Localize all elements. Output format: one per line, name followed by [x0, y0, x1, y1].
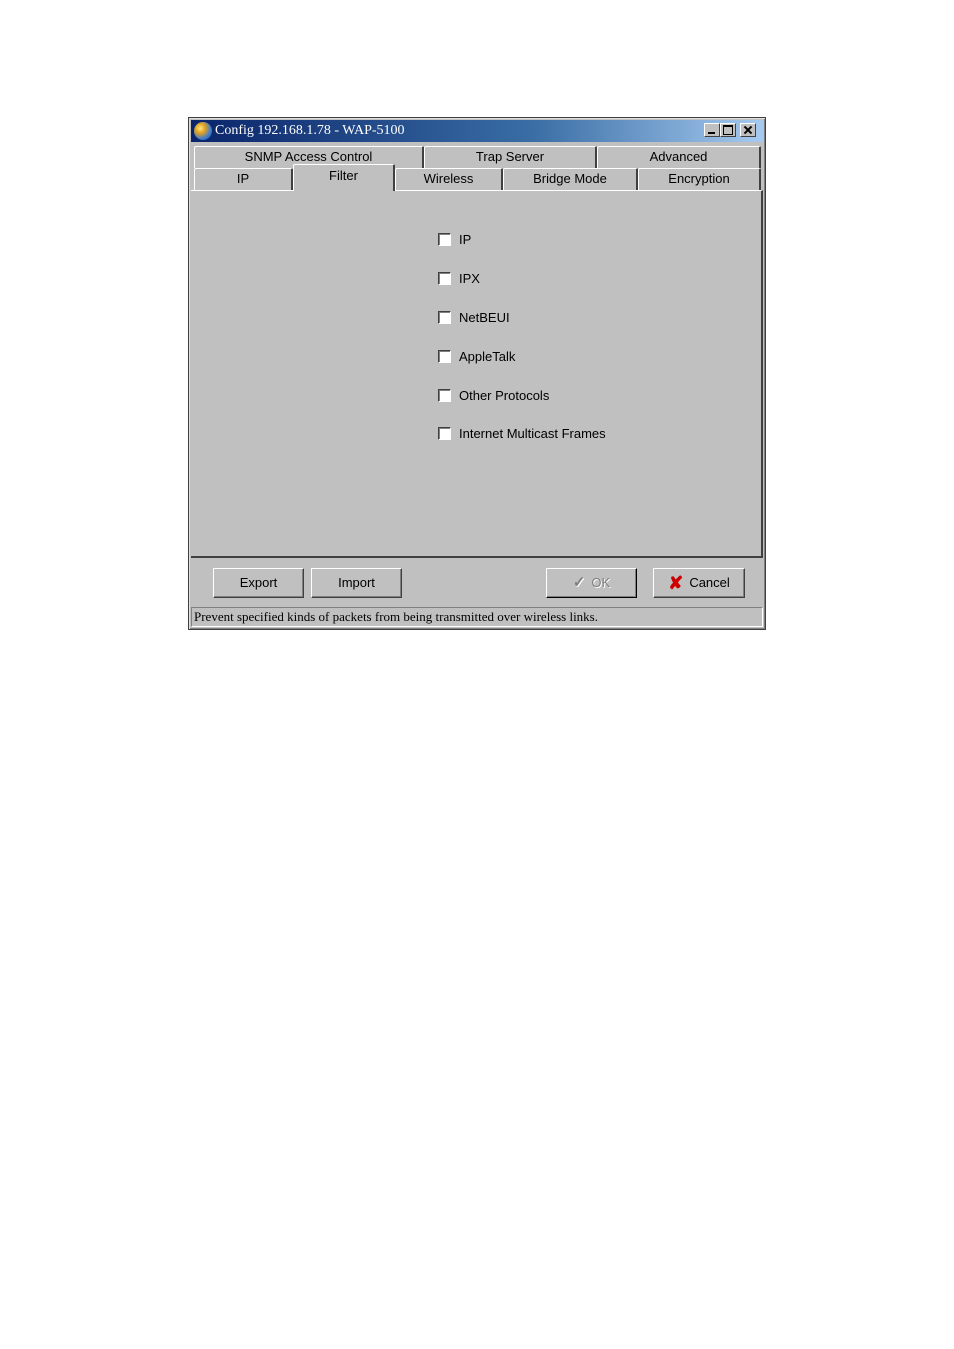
filter-option-ipx[interactable]: IPX — [438, 268, 480, 288]
other-protocols-checkbox[interactable] — [438, 388, 451, 402]
appletalk-label: AppleTalk — [459, 348, 516, 364]
internet-multicast-frames-label: Internet Multicast Frames — [459, 425, 606, 441]
import-button[interactable]: Import — [311, 568, 402, 598]
tab-encryption[interactable]: Encryption — [638, 168, 761, 190]
cancel-button-label: Cancel — [689, 575, 730, 590]
ipx-label: IPX — [459, 270, 480, 286]
filter-option-appletalk[interactable]: AppleTalk — [438, 346, 515, 366]
appletalk-checkbox[interactable] — [438, 349, 451, 363]
ip-label: IP — [459, 231, 472, 247]
filter-option-other-protocols[interactable]: Other Protocols — [438, 385, 549, 405]
tab-wireless[interactable]: Wireless — [395, 168, 503, 190]
filter-option-netbeui[interactable]: NetBEUI — [438, 307, 510, 327]
tab-advanced[interactable]: Advanced — [597, 146, 761, 168]
ok-button-label: OK — [591, 575, 611, 590]
checkmark-icon: ✓ — [572, 574, 586, 591]
tab-ip[interactable]: IP — [194, 168, 293, 190]
ipx-checkbox[interactable] — [438, 271, 451, 285]
minimize-button[interactable] — [704, 123, 720, 137]
maximize-button[interactable] — [720, 123, 736, 137]
status-text: Prevent specified kinds of packets from … — [194, 609, 598, 624]
filter-option-ip[interactable]: IP — [438, 229, 471, 249]
netbeui-label: NetBEUI — [459, 309, 510, 325]
title-bar[interactable]: Config 192.168.1.78 - WAP-5100 — [191, 120, 763, 142]
internet-multicast-frames-checkbox[interactable] — [438, 426, 451, 440]
close-button[interactable] — [740, 123, 756, 137]
tab-trap-server[interactable]: Trap Server — [424, 146, 597, 168]
other-protocols-label: Other Protocols — [459, 387, 550, 403]
netbeui-checkbox[interactable] — [438, 310, 451, 324]
filter-option-internet-multicast-frames[interactable]: Internet Multicast Frames — [438, 423, 606, 443]
ip-checkbox[interactable] — [438, 232, 451, 246]
tab-bridge-mode[interactable]: Bridge Mode — [503, 168, 638, 190]
ok-button[interactable]: ✓ OK — [546, 568, 637, 598]
config-window: Config 192.168.1.78 - WAP-5100 SNMP Acce… — [188, 117, 766, 630]
status-bar: Prevent specified kinds of packets from … — [191, 607, 763, 627]
cancel-button[interactable]: ✘ Cancel — [653, 568, 745, 598]
import-button-label: Import — [338, 575, 375, 590]
tab-filter[interactable]: Filter — [293, 164, 395, 191]
app-globe-icon — [194, 122, 212, 140]
red-x-icon: ✘ — [668, 573, 684, 593]
filter-panel: IP IPX NetBEUI AppleTalk Other Protocols… — [191, 190, 763, 558]
window-title: Config 192.168.1.78 - WAP-5100 — [215, 123, 405, 138]
export-button-label: Export — [239, 575, 278, 590]
export-button[interactable]: Export — [213, 568, 304, 598]
